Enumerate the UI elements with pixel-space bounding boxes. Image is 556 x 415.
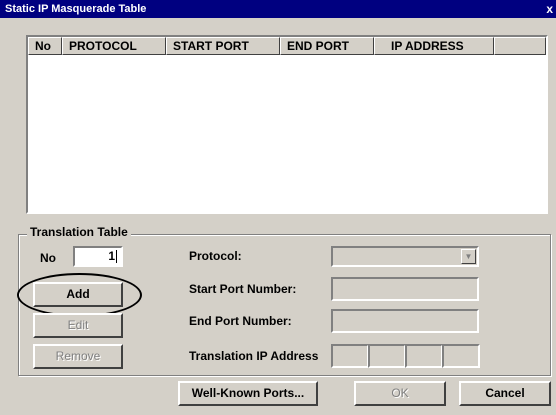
column-header-ip-address[interactable]: IP ADDRESS [374,37,494,55]
ip-octet-3-field[interactable] [405,344,443,368]
no-input[interactable]: 1 [73,246,123,267]
cancel-button[interactable]: Cancel [459,381,551,406]
ok-button[interactable]: OK [354,381,446,406]
edit-button[interactable]: Edit [33,313,123,338]
chevron-down-icon[interactable]: ▼ [461,249,476,264]
column-header-end-port[interactable]: END PORT [280,37,374,55]
translation-ip-label: Translation IP Address [189,349,319,363]
no-label: No [40,251,56,265]
end-port-field[interactable] [331,309,479,333]
table-header: No PROTOCOL START PORT END PORT IP ADDRE… [28,37,546,55]
protocol-select[interactable]: ▼ [331,246,479,267]
column-header-protocol[interactable]: PROTOCOL [62,37,166,55]
dialog-window: Static IP Masquerade Table x No PROTOCOL… [0,0,556,415]
window-title: Static IP Masquerade Table [5,3,147,15]
translation-table-label: Translation Table [27,225,131,239]
start-port-label: Start Port Number: [189,282,297,296]
title-bar: Static IP Masquerade Table x [0,0,556,18]
close-icon[interactable]: x [546,0,553,18]
ip-octet-1-field[interactable] [331,344,369,368]
start-port-field[interactable] [331,277,479,301]
text-caret [116,250,117,264]
column-header-blank[interactable] [494,37,546,55]
column-header-start-port[interactable]: START PORT [166,37,280,55]
end-port-label: End Port Number: [189,314,292,328]
add-button[interactable]: Add [33,282,123,307]
ip-octet-4-field[interactable] [442,344,480,368]
column-header-no[interactable]: No [28,37,62,55]
no-value: 1 [108,249,115,263]
masquerade-table[interactable]: No PROTOCOL START PORT END PORT IP ADDRE… [26,35,548,214]
protocol-label: Protocol: [189,249,242,263]
remove-button[interactable]: Remove [33,344,123,369]
ip-octet-2-field[interactable] [368,344,406,368]
well-known-ports-button[interactable]: Well-Known Ports... [178,381,318,406]
